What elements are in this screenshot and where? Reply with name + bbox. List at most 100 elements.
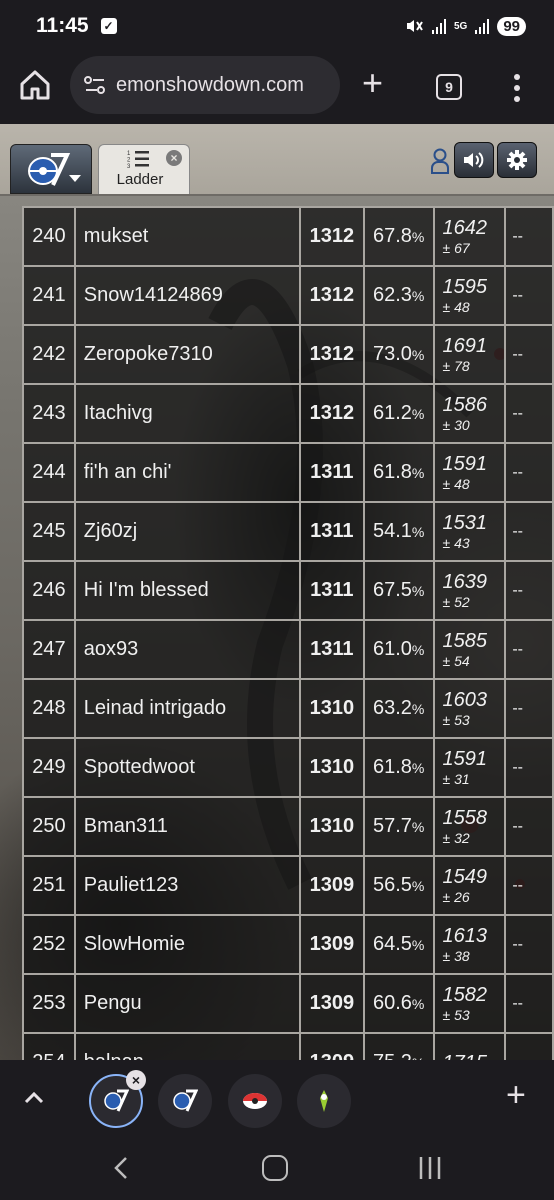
coil-cell: -- bbox=[504, 265, 554, 326]
ladder-row: 254balnan130975.2% 1715-- bbox=[22, 1032, 554, 1060]
pokeball-icon bbox=[243, 1093, 267, 1109]
tab-switcher-button[interactable]: 9 bbox=[436, 74, 462, 100]
elo-cell: 1310 bbox=[298, 737, 365, 798]
elo-cell: 1311 bbox=[298, 501, 365, 562]
home-icon[interactable] bbox=[18, 68, 52, 102]
glicko-cell: 1639 ± 52 bbox=[432, 560, 507, 621]
gxe-unit: % bbox=[411, 288, 425, 304]
coil-cell: -- bbox=[504, 324, 554, 385]
gxe-cell: 64.5% bbox=[362, 914, 435, 975]
gxe-value: 56.5 bbox=[372, 874, 412, 896]
glicko-rating: 1639 bbox=[442, 570, 488, 593]
player-name[interactable]: balnan bbox=[73, 1032, 301, 1060]
gxe-value: 61.2 bbox=[372, 402, 412, 424]
glicko-rating: 1595 bbox=[442, 275, 488, 298]
player-name[interactable]: Itachivg bbox=[73, 383, 301, 444]
player-name[interactable]: Zj60zj bbox=[73, 501, 301, 562]
tab-strip-tab-pokeball[interactable] bbox=[228, 1074, 282, 1128]
new-tab-icon[interactable]: + bbox=[362, 65, 383, 101]
elo-cell: 1310 bbox=[298, 796, 365, 857]
rank-cell: 240 bbox=[22, 206, 76, 267]
site-settings-icon[interactable] bbox=[82, 72, 108, 98]
home-icon[interactable] bbox=[262, 1155, 288, 1181]
gxe-value: 75.2 bbox=[373, 1051, 412, 1060]
close-icon[interactable]: × bbox=[126, 1070, 146, 1090]
player-name[interactable]: Bman311 bbox=[73, 796, 301, 857]
main-menu-button[interactable] bbox=[10, 144, 92, 194]
options-button[interactable] bbox=[497, 142, 537, 178]
glicko-deviation: ± 30 bbox=[442, 416, 470, 433]
gxe-value: 54.1 bbox=[372, 520, 412, 542]
new-tab-icon[interactable]: + bbox=[506, 1078, 526, 1112]
ladder-row: 245 Zj60zj 1311 54.1% 1531 ± 43 -- bbox=[22, 501, 554, 562]
player-name[interactable]: fi'h an chi' bbox=[73, 442, 301, 503]
more-menu-icon[interactable] bbox=[512, 72, 522, 104]
rank-cell: 253 bbox=[22, 973, 76, 1034]
glicko-rating: 1549 bbox=[442, 865, 488, 888]
gxe-cell: 61.2% bbox=[362, 383, 435, 444]
pokemon-favicon-icon bbox=[320, 1090, 328, 1112]
glicko-deviation: ± 53 bbox=[442, 711, 470, 728]
gxe-value: 67.8 bbox=[372, 225, 412, 247]
ladder-row: 252 SlowHomie 1309 64.5% 1613 ± 38 -- bbox=[22, 914, 554, 975]
gxe-value: 60.6 bbox=[372, 992, 412, 1014]
ladder-table: 240 mukset 1312 67.8% 1642 ± 67 -- 241 Snow14124… bbox=[22, 206, 554, 1060]
user-icon[interactable] bbox=[430, 148, 450, 174]
glicko-cell: 1603 ± 53 bbox=[432, 678, 507, 739]
tab-ladder[interactable]: 1 2 3 Ladder × bbox=[98, 144, 190, 194]
back-icon[interactable] bbox=[112, 1154, 130, 1182]
glicko-deviation: ± 52 bbox=[442, 593, 470, 610]
elo-cell: 1312 bbox=[298, 206, 365, 267]
glicko-deviation: ± 38 bbox=[442, 947, 470, 964]
ladder-row: 247 aox93 1311 61.0% 1585 ± 54 -- bbox=[22, 619, 554, 680]
glicko-cell: 1549 ± 26 bbox=[432, 855, 507, 916]
glicko-rating: 1613 bbox=[442, 924, 488, 947]
glicko-cell: 1585 ± 54 bbox=[432, 619, 507, 680]
sound-button[interactable] bbox=[454, 142, 494, 178]
recents-icon[interactable] bbox=[418, 1155, 442, 1181]
gxe-cell: 61.0% bbox=[362, 619, 435, 680]
player-name[interactable]: aox93 bbox=[73, 619, 301, 680]
player-name[interactable]: Snow14124869 bbox=[73, 265, 301, 326]
gxe-unit: % bbox=[411, 524, 425, 540]
tab-strip-tab-showdown[interactable] bbox=[158, 1074, 212, 1128]
gxe-cell: 73.0% bbox=[362, 324, 435, 385]
player-name[interactable]: Leinad intrigado bbox=[73, 678, 301, 739]
chevron-up-icon[interactable] bbox=[22, 1086, 46, 1110]
glicko-cell: 1582 ± 53 bbox=[432, 973, 507, 1034]
gxe-cell: 67.5% bbox=[362, 560, 435, 621]
coil-cell: -- bbox=[504, 206, 554, 267]
gxe-cell: 54.1% bbox=[362, 501, 435, 562]
gxe-unit: % bbox=[411, 642, 425, 658]
player-name[interactable]: Pauliet123 bbox=[73, 855, 301, 916]
showdown-favicon-icon bbox=[173, 1089, 198, 1112]
ladder-row: 251 Pauliet123 1309 56.5% 1549 ± 26 -- bbox=[22, 855, 554, 916]
gxe-value: 64.5 bbox=[372, 933, 412, 955]
browser-toolbar: emonshowdown.com + 9 bbox=[0, 52, 554, 124]
tab-strip-tab-pokemon[interactable] bbox=[297, 1074, 351, 1128]
ladder-list-icon: 1 2 3 bbox=[127, 151, 149, 169]
player-name[interactable]: SlowHomie bbox=[73, 914, 301, 975]
system-nav-bar bbox=[0, 1140, 554, 1200]
player-name[interactable]: Zeropoke7310 bbox=[73, 324, 301, 385]
status-time: 11:45 bbox=[36, 14, 89, 37]
coil-cell: -- bbox=[504, 1032, 554, 1060]
gxe-value: 73.0 bbox=[372, 343, 412, 365]
url-bar[interactable]: emonshowdown.com bbox=[70, 56, 340, 114]
glicko-rating: 1642 bbox=[442, 216, 488, 239]
player-name[interactable]: Spottedwoot bbox=[73, 737, 301, 798]
ladder-row: 240 mukset 1312 67.8% 1642 ± 67 -- bbox=[22, 206, 554, 267]
ladder-row: 253 Pengu 1309 60.6% 1582 ± 53 -- bbox=[22, 973, 554, 1034]
player-name[interactable]: mukset bbox=[73, 206, 301, 267]
glicko-deviation: ± 53 bbox=[442, 1006, 470, 1023]
gxe-cell: 63.2% bbox=[362, 678, 435, 739]
glicko-deviation: ± 54 bbox=[442, 652, 470, 669]
glicko-rating: 1603 bbox=[442, 688, 488, 711]
tab-strip-tab-showdown-active[interactable]: × bbox=[89, 1070, 146, 1128]
rank-cell: 247 bbox=[22, 619, 76, 680]
gxe-value: 61.8 bbox=[372, 461, 412, 483]
coil-cell: -- bbox=[504, 855, 554, 916]
player-name[interactable]: Pengu bbox=[73, 973, 301, 1034]
player-name[interactable]: Hi I'm blessed bbox=[73, 560, 301, 621]
close-icon[interactable]: × bbox=[166, 150, 182, 166]
